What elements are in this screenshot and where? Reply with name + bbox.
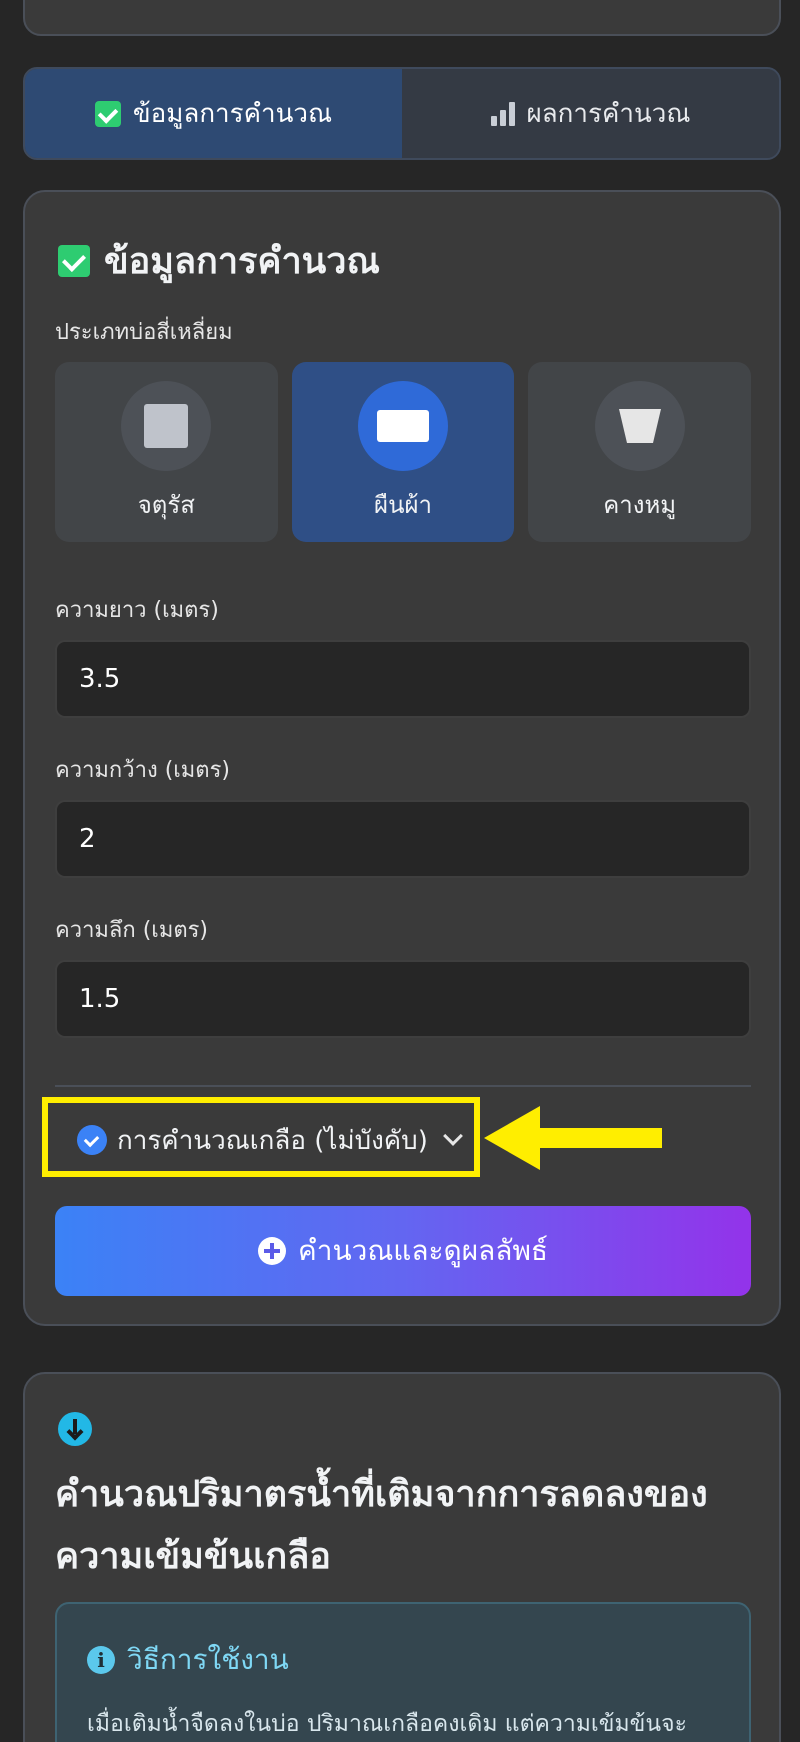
previous-card [23,0,781,36]
info-icon: i [87,1646,115,1674]
shape-label: คางหมู [603,490,677,519]
form-title: ข้อมูลการคำนวณ [58,232,380,289]
square-icon [144,403,189,448]
shape-option-trapezoid[interactable]: คางหมู [528,362,752,542]
length-input[interactable]: 3.5 [55,640,751,718]
shape-option-square[interactable]: จตุรัส [55,362,278,542]
tab-label: ข้อมูลการคำนวณ [132,99,333,129]
shape-option-rectangle[interactable]: ผืนผ้า [291,362,515,542]
length-label: ความยาว (เมตร) [55,598,219,623]
highlight-box [42,1097,480,1177]
calculate-button-label: คำนวณและดูผลลัพธ์ [298,1234,548,1267]
divider [55,1085,751,1087]
arrow-down-circle-icon [58,1412,92,1446]
pond-shape-selector: จตุรัส ผืนผ้า คางหมู [55,362,752,542]
bar-chart-icon [490,101,515,126]
pointer-arrow [484,1106,662,1170]
howto-box: i วิธีการใช้งาน เมื่อเติมน้ำจืดลงในบ่อ ป… [55,1602,751,1742]
info-card: คำนวณปริมาตรน้ำที่เติมจากการลดลงของความเ… [23,1372,781,1742]
calculate-button[interactable]: คำนวณและดูผลลัพธ์ [55,1206,751,1296]
width-input[interactable]: 2 [55,800,751,878]
pond-type-label: ประเภทบ่อสี่เหลี่ยม [55,320,233,345]
depth-input[interactable]: 1.5 [55,960,751,1038]
clipboard-check-icon [58,244,90,277]
rectangle-icon [377,409,429,442]
plus-circle-icon [258,1237,286,1265]
depth-label: ความลึก (เมตร) [55,918,209,943]
tab-label: ผลการคำนวณ [526,99,691,129]
tab-calculation-results[interactable]: ผลการคำนวณ [402,69,779,158]
info-heading: คำนวณปริมาตรน้ำที่เติมจากการลดลงของความเ… [55,1474,708,1577]
howto-text: เมื่อเติมน้ำจืดลงในบ่อ ปริมาณเกลือคงเดิม… [87,1711,687,1737]
trapezoid-icon [618,408,661,443]
tab-calculation-data[interactable]: ข้อมูลการคำนวณ [25,69,402,158]
width-label: ความกว้าง (เมตร) [55,758,230,783]
shape-label: ผืนผ้า [374,490,433,519]
tab-bar: ข้อมูลการคำนวณ ผลการคำนวณ [23,67,781,160]
howto-title: i วิธีการใช้งาน [87,1638,289,1682]
shape-label: จตุรัส [137,490,195,519]
clipboard-check-icon [94,100,121,127]
